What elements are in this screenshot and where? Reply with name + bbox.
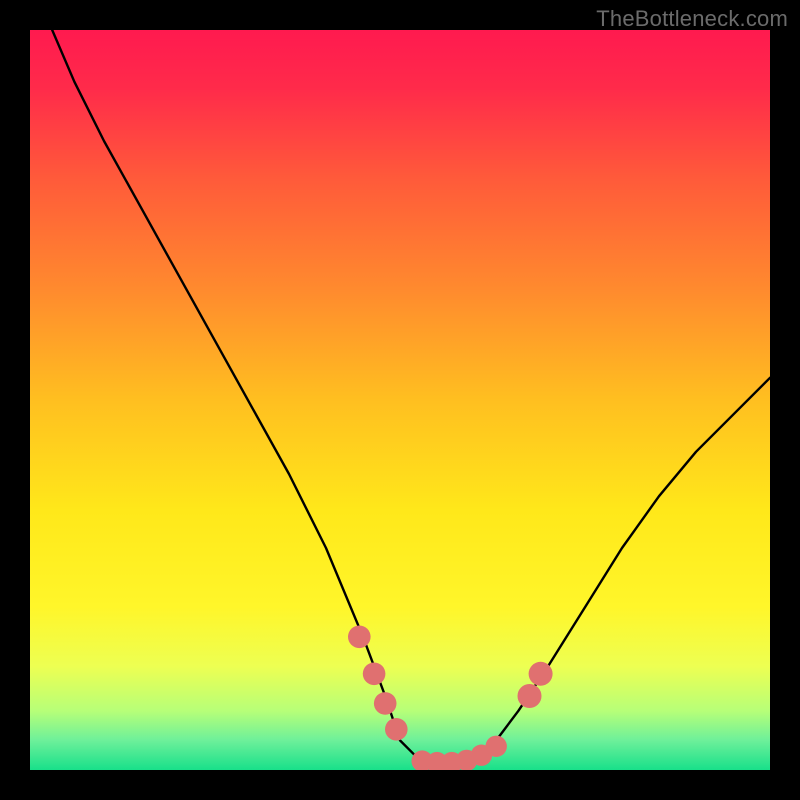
background-gradient [30, 30, 770, 770]
watermark-text: TheBottleneck.com [596, 6, 788, 32]
chart-frame: TheBottleneck.com [0, 0, 800, 800]
plot-area [30, 30, 770, 770]
